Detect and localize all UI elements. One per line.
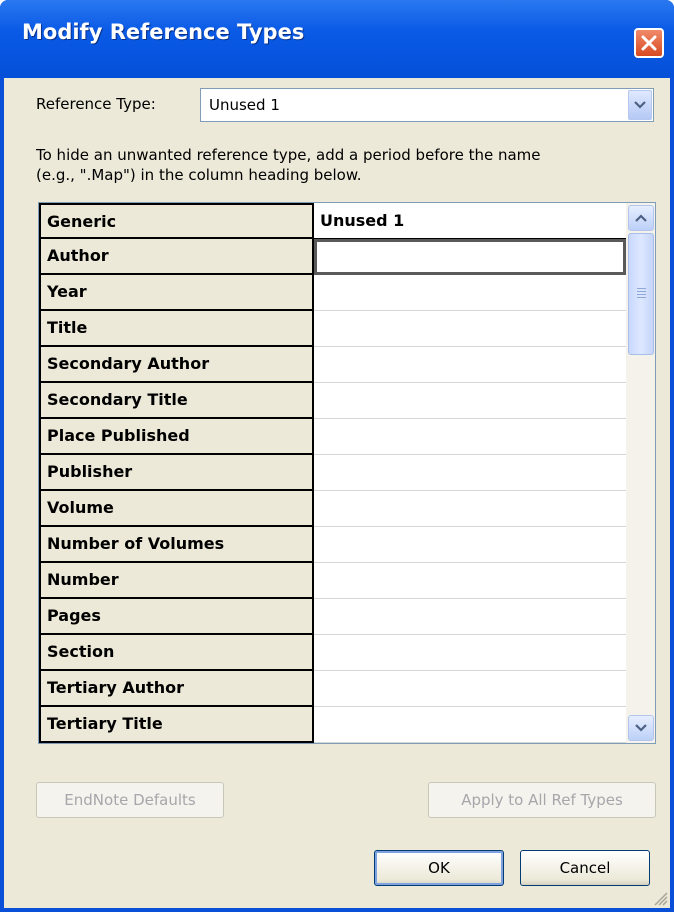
reference-type-dropdown[interactable]: Unused 1 [200,88,654,122]
field-value-cell[interactable] [314,455,626,491]
field-value-cell[interactable] [314,491,626,527]
table-row: Author [39,239,626,275]
field-value-cell[interactable] [314,383,626,419]
field-name-cell: Number [39,563,314,599]
close-button[interactable] [634,28,664,58]
field-name-cell: Tertiary Title [39,707,314,743]
field-value-cell[interactable] [314,563,626,599]
table-row: Number of Volumes [39,527,626,563]
dropdown-button[interactable] [628,90,652,120]
table-row: Place Published [39,419,626,455]
scroll-up-icon [635,214,647,222]
field-name-cell: Volume [39,491,314,527]
table-rows: Generic Unused 1 Author Year Title Secondary … [39,203,626,743]
scroll-down-button[interactable] [628,715,654,741]
ok-button[interactable]: OK [374,850,504,886]
table-row: Publisher [39,455,626,491]
field-name-cell: Number of Volumes [39,527,314,563]
field-name-cell: Tertiary Author [39,671,314,707]
cancel-button[interactable]: Cancel [520,850,650,886]
reference-type-value: Unused 1 [209,96,280,114]
field-value-cell[interactable] [314,239,626,275]
field-value-cell[interactable] [314,527,626,563]
table-row: Generic Unused 1 [39,203,626,239]
field-value-cell[interactable] [314,275,626,311]
field-name-cell: Secondary Title [39,383,314,419]
column-heading-cell[interactable]: Unused 1 [314,203,626,239]
field-value-cell[interactable] [314,707,626,743]
scroll-thumb[interactable] [628,233,654,355]
dialog-window: Modify Reference Types Reference Type: U… [0,0,674,912]
resize-grip-icon[interactable] [652,890,668,906]
field-name-cell: Year [39,275,314,311]
table-row: Tertiary Author [39,671,626,707]
table-row: Section [39,635,626,671]
field-name-cell: Secondary Author [39,347,314,383]
table-row: Volume [39,491,626,527]
table-row: Secondary Title [39,383,626,419]
instructions-line-1: To hide an unwanted reference type, add … [36,146,541,164]
apply-to-all-button[interactable]: Apply to All Ref Types [428,782,656,818]
field-name-cell: Place Published [39,419,314,455]
field-value-cell[interactable] [314,419,626,455]
table-row: Pages [39,599,626,635]
vertical-scrollbar[interactable] [626,203,655,743]
scroll-down-icon [635,724,647,732]
field-name-cell: Section [39,635,314,671]
reference-type-label: Reference Type: [36,95,156,113]
field-name-cell: Generic [39,203,314,239]
table-row: Title [39,311,626,347]
dialog-body: Reference Type: Unused 1 To hide an unwa… [4,78,670,908]
field-value-cell[interactable] [314,599,626,635]
close-icon [641,35,657,51]
instructions-line-2: (e.g., ".Map") in the column heading bel… [36,166,362,184]
title-bar[interactable]: Modify Reference Types [0,0,674,78]
field-value-cell[interactable] [314,347,626,383]
table-row: Number [39,563,626,599]
field-name-cell: Publisher [39,455,314,491]
field-name-cell: Pages [39,599,314,635]
field-name-cell: Author [39,239,314,275]
table-row: Secondary Author [39,347,626,383]
endnote-defaults-button[interactable]: EndNote Defaults [36,782,224,818]
field-value-cell[interactable] [314,311,626,347]
field-value-cell[interactable] [314,635,626,671]
scroll-up-button[interactable] [628,205,654,231]
chevron-down-icon [634,101,646,109]
table-row: Year [39,275,626,311]
dialog-title: Modify Reference Types [22,20,305,44]
table-row: Tertiary Title [39,707,626,743]
fields-table: Generic Unused 1 Author Year Title Secondary … [38,202,656,744]
field-value-cell[interactable] [314,671,626,707]
field-name-cell: Title [39,311,314,347]
